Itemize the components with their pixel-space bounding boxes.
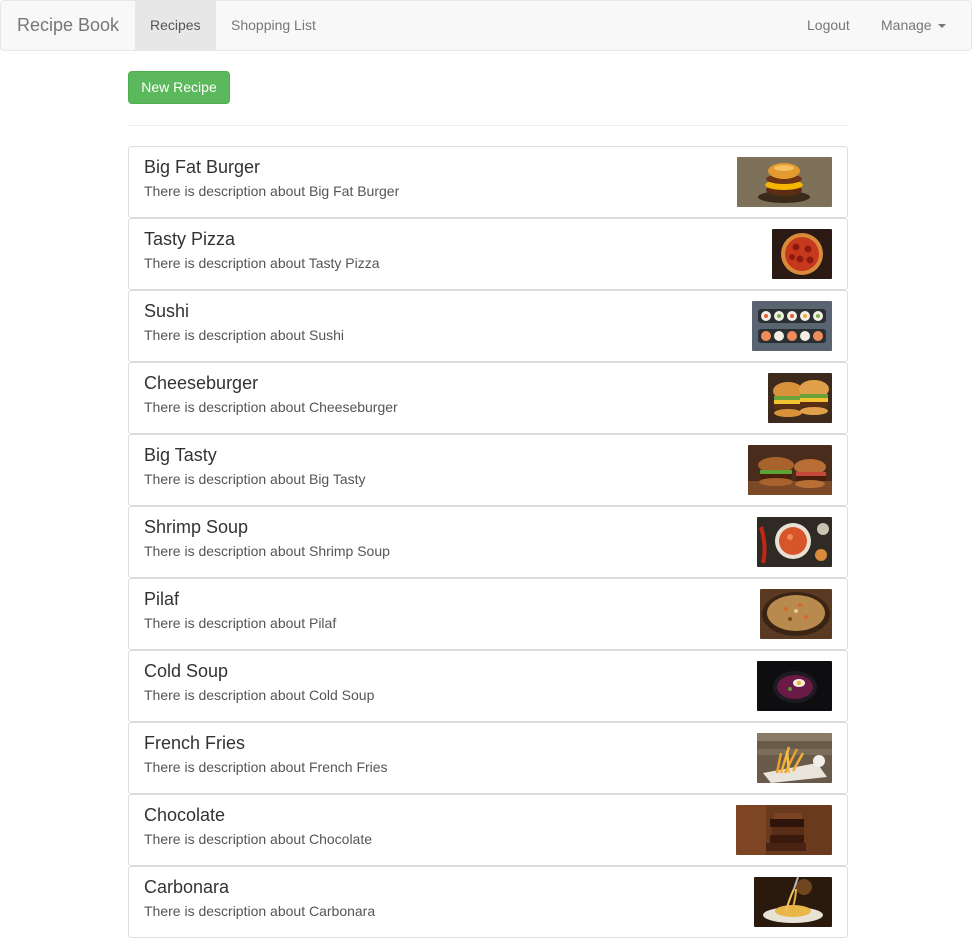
- french-fries-image: [757, 733, 832, 783]
- recipe-name: Cheeseburger: [144, 373, 259, 393]
- recipe-name: Carbonara: [144, 877, 230, 897]
- recipe-description: There is description about Tasty Pizza: [144, 255, 380, 271]
- recipe-item[interactable]: Pilaf There is description about Pilaf: [128, 578, 848, 650]
- nav-recipes[interactable]: Recipes: [135, 1, 216, 50]
- sushi-image: [752, 301, 832, 351]
- recipe-name: French Fries: [144, 733, 246, 753]
- recipe-description: There is description about Sushi: [144, 327, 344, 343]
- recipe-name: Tasty Pizza: [144, 229, 236, 249]
- recipe-name: Pilaf: [144, 589, 180, 609]
- recipe-list: Big Fat Burger There is description abou…: [128, 146, 848, 938]
- caret-down-icon: [937, 24, 946, 29]
- big-tasty-image: [748, 445, 832, 495]
- burger-image: [737, 157, 832, 207]
- recipe-description: There is description about Cold Soup: [144, 687, 375, 703]
- shrimp-soup-image: [757, 517, 832, 567]
- manage-dropdown[interactable]: Manage: [866, 1, 961, 50]
- cheeseburger-image: [768, 373, 832, 423]
- recipe-name: Shrimp Soup: [144, 517, 249, 537]
- divider: [128, 125, 848, 126]
- recipe-item[interactable]: Big Fat Burger There is description abou…: [128, 146, 848, 218]
- pilaf-image: [760, 589, 832, 639]
- recipe-description: There is description about Big Tasty: [144, 471, 366, 487]
- chocolate-image: [736, 805, 832, 855]
- recipe-item[interactable]: Shrimp Soup There is description about S…: [128, 506, 848, 578]
- recipe-description: There is description about Cheeseburger: [144, 399, 398, 415]
- recipe-name: Sushi: [144, 301, 190, 321]
- recipe-item[interactable]: Cold Soup There is description about Col…: [128, 650, 848, 722]
- manage-label: Manage: [881, 17, 932, 33]
- recipe-name: Big Fat Burger: [144, 157, 261, 177]
- nav-shopping-list[interactable]: Shopping List: [216, 1, 331, 50]
- recipe-item[interactable]: Chocolate There is description about Cho…: [128, 794, 848, 866]
- recipe-name: Big Tasty: [144, 445, 217, 465]
- cold-soup-image: [757, 661, 832, 711]
- pizza-image: [772, 229, 832, 279]
- recipe-description: There is description about Shrimp Soup: [144, 543, 390, 559]
- recipe-item[interactable]: French Fries There is description about …: [128, 722, 848, 794]
- recipe-name: Chocolate: [144, 805, 226, 825]
- carbonara-image: [754, 877, 832, 927]
- top-navbar: Recipe Book Recipes Shopping List Logout…: [0, 0, 972, 51]
- recipe-description: There is description about Carbonara: [144, 903, 376, 919]
- recipe-item[interactable]: Cheeseburger There is description about …: [128, 362, 848, 434]
- recipe-description: There is description about Big Fat Burge…: [144, 183, 400, 199]
- recipe-item[interactable]: Carbonara There is description about Car…: [128, 866, 848, 938]
- recipe-item[interactable]: Tasty Pizza There is description about T…: [128, 218, 848, 290]
- brand-link[interactable]: Recipe Book: [17, 1, 119, 50]
- recipe-item[interactable]: Big Tasty There is description about Big…: [128, 434, 848, 506]
- recipe-description: There is description about Pilaf: [144, 615, 337, 631]
- logout-link[interactable]: Logout: [792, 1, 865, 50]
- recipe-name: Cold Soup: [144, 661, 229, 681]
- new-recipe-button[interactable]: New Recipe: [128, 71, 230, 104]
- recipe-description: There is description about Chocolate: [144, 831, 373, 847]
- recipe-item[interactable]: Sushi There is description about Sushi: [128, 290, 848, 362]
- recipe-description: There is description about French Fries: [144, 759, 388, 775]
